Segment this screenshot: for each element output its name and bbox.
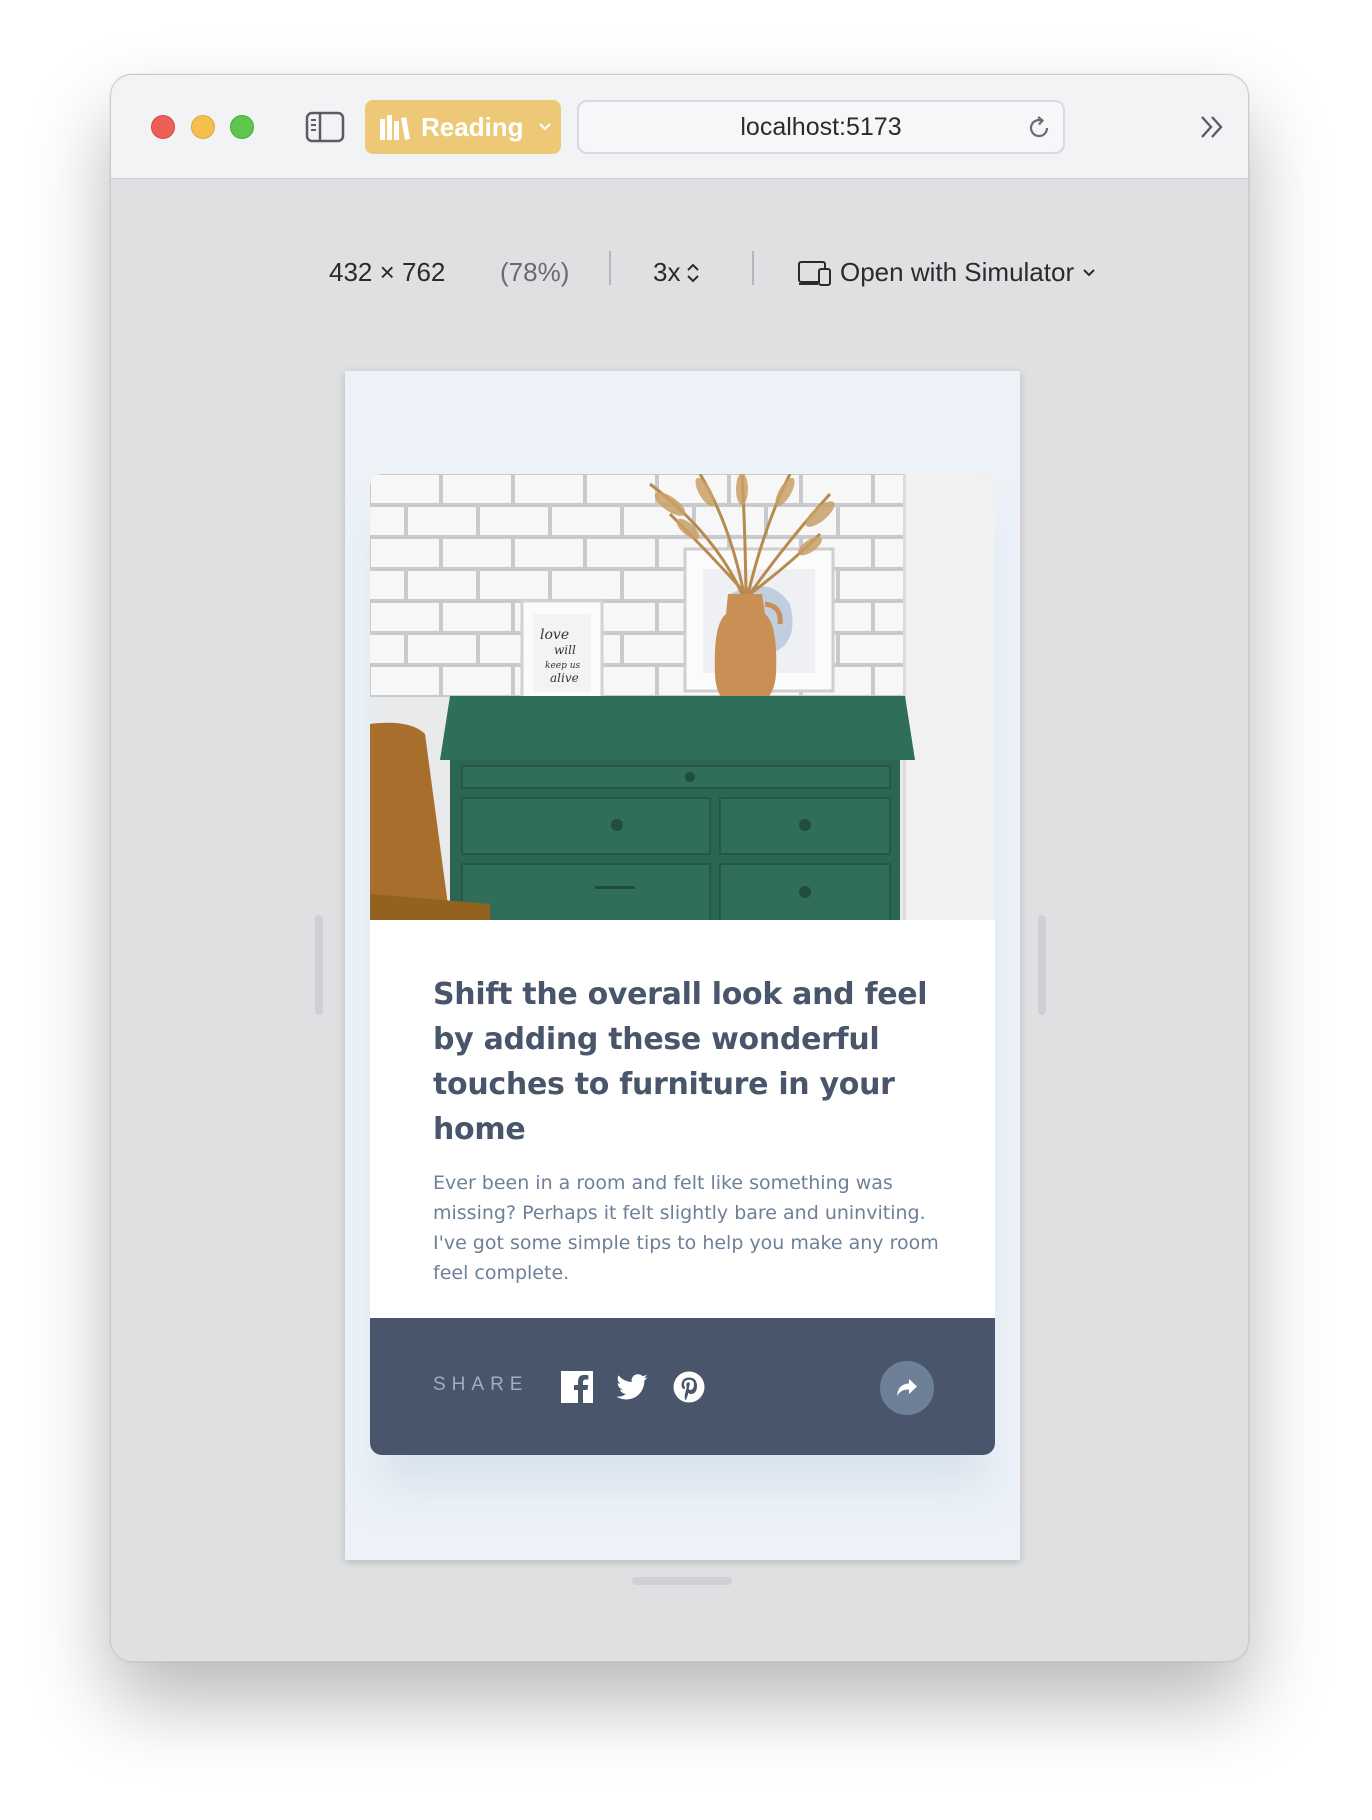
divider [752, 251, 754, 285]
reading-list-button[interactable]: Reading [365, 100, 561, 154]
chevron-down-icon [1083, 268, 1095, 276]
article-title[interactable]: Shift the overall look and feel by addin… [433, 972, 943, 1152]
divider [609, 251, 611, 285]
resize-handle-right[interactable] [1038, 915, 1046, 1015]
share-arrow-icon [897, 1379, 917, 1396]
zoom-icon[interactable] [230, 115, 254, 139]
svg-text:love: love [540, 627, 569, 643]
share-bar: SHARE [370, 1318, 995, 1455]
minimize-icon[interactable] [191, 115, 215, 139]
twitter-icon[interactable] [615, 1370, 649, 1404]
reload-icon[interactable] [1025, 114, 1053, 142]
sidebar-icon[interactable] [305, 111, 345, 143]
double-chevron-right-icon[interactable] [1198, 113, 1226, 141]
article-content: Shift the overall look and feel by addin… [433, 972, 943, 1288]
books-icon [380, 115, 410, 140]
chevron-updown-icon [687, 263, 700, 282]
simulator-label: Open with Simulator [840, 257, 1075, 287]
url-text: localhost:5173 [740, 112, 902, 141]
pinterest-icon[interactable] [672, 1370, 706, 1404]
zoom-percentage: (78%) [500, 257, 570, 287]
address-bar[interactable]: localhost:5173 [577, 100, 1065, 154]
svg-text:will: will [554, 643, 576, 657]
device-toolbar: 432 × 762 (78%) 3x Open with Simulator [111, 243, 1248, 299]
browser-window: Reading localhost:5173 432 × 762 (78%) 3… [110, 74, 1249, 1662]
facebook-icon[interactable] [560, 1370, 594, 1404]
title-bar: Reading localhost:5173 [111, 75, 1248, 179]
share-label: SHARE [433, 1374, 529, 1395]
share-button[interactable] [880, 1361, 934, 1415]
svg-text:keep us: keep us [545, 661, 581, 671]
resize-handle-left[interactable] [315, 915, 323, 1015]
article-description: Ever been in a room and felt like someth… [433, 1172, 939, 1284]
scale-value: 3x [653, 257, 681, 287]
svg-text:alive: alive [550, 671, 579, 685]
article-image: love will keep us alive [370, 474, 995, 920]
viewport-dimensions[interactable]: 432 × 762 [329, 257, 445, 288]
close-icon[interactable] [151, 115, 175, 139]
scale-selector[interactable]: 3x [653, 257, 700, 288]
article-card: love will keep us alive Shift the overal… [370, 474, 995, 1455]
reading-label: Reading [421, 111, 524, 142]
device-viewport: love will keep us alive Shift the overal… [345, 371, 1020, 1560]
chevron-down-icon [538, 123, 551, 131]
resize-handle-bottom[interactable] [632, 1577, 732, 1585]
device-icon [798, 260, 831, 286]
open-with-simulator-button[interactable]: Open with Simulator [798, 257, 1096, 288]
